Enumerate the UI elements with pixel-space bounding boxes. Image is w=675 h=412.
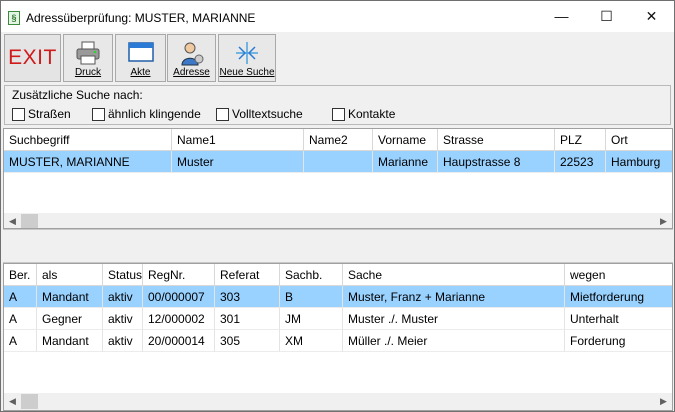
cell-clerk[interactable]: XM <box>280 330 343 352</box>
cell-department[interactable]: 303 <box>215 286 280 308</box>
folder-icon <box>127 42 154 62</box>
horizontal-scrollbar[interactable]: ◀ ▶ <box>4 393 672 410</box>
scroll-left-icon[interactable]: ◀ <box>4 213 21 228</box>
cell-matter[interactable]: Muster, Franz + Marianne <box>343 286 565 308</box>
exit-label: EXIT <box>8 46 57 69</box>
column-header-name1[interactable]: Name1 <box>172 129 304 151</box>
column-header-reg-no[interactable]: RegNr. <box>143 264 215 286</box>
cell-reg-no[interactable]: 12/000002 <box>143 308 215 330</box>
cell-role[interactable]: Mandant <box>37 286 103 308</box>
scroll-thumb[interactable] <box>21 394 38 409</box>
cell-city[interactable]: Hamburg <box>606 151 672 173</box>
cell-department[interactable]: 301 <box>215 308 280 330</box>
cell-clerk[interactable]: B <box>280 286 343 308</box>
cell-role[interactable]: Gegner <box>37 308 103 330</box>
cell-department[interactable]: 305 <box>215 330 280 352</box>
checkbox-streets[interactable]: Straßen <box>12 107 71 121</box>
address-table: Suchbegriff Name1 Name2 Vorname Strasse … <box>3 128 673 229</box>
column-header-search-term[interactable]: Suchbegriff <box>4 129 172 151</box>
checkbox-box[interactable] <box>216 107 229 121</box>
cell-clerk[interactable]: JM <box>280 308 343 330</box>
person-icon <box>180 42 203 66</box>
cell-status[interactable]: aktiv <box>103 308 143 330</box>
column-header-department[interactable]: Referat <box>215 264 280 286</box>
new-search-button[interactable]: Neue Suche <box>218 34 276 82</box>
app-icon: § <box>8 11 20 25</box>
column-header-clerk[interactable]: Sachb. <box>280 264 343 286</box>
cell-status[interactable]: aktiv <box>103 286 143 308</box>
column-header-reason[interactable]: wegen <box>565 264 672 286</box>
cell-reg-no[interactable]: 00/000007 <box>143 286 215 308</box>
toolbar: EXIT Druck Akte Adresse Neue Suche <box>1 32 674 84</box>
column-header-street[interactable]: Strasse <box>438 129 555 151</box>
checkbox-label: Straßen <box>28 107 71 121</box>
print-button[interactable]: Druck <box>63 34 113 82</box>
checkbox-similar-sounding[interactable]: ähnlich klingende <box>92 107 201 121</box>
checkbox-box[interactable] <box>92 107 105 121</box>
checkbox-contacts[interactable]: Kontakte <box>332 107 395 121</box>
checkbox-fulltext[interactable]: Volltextsuche <box>216 107 303 121</box>
print-label: Druck <box>74 67 102 78</box>
cell-reason[interactable]: Unterhalt <box>565 308 672 330</box>
additional-search-panel: Zusätzliche Suche nach: Straßen ähnlich … <box>4 85 671 125</box>
horizontal-scrollbar[interactable]: ◀ ▶ <box>4 213 672 228</box>
cell-search-term[interactable]: MUSTER, MARIANNE <box>4 151 172 173</box>
file-button[interactable]: Akte <box>115 34 166 82</box>
cell-status[interactable]: aktiv <box>103 330 143 352</box>
column-header-zip[interactable]: PLZ <box>555 129 606 151</box>
cell-reason[interactable]: Mietforderung <box>565 286 672 308</box>
checkbox-label: Kontakte <box>348 107 396 121</box>
exit-button[interactable]: EXIT <box>4 34 61 82</box>
scroll-thumb[interactable] <box>21 214 38 228</box>
column-header-role[interactable]: als <box>37 264 103 286</box>
cell-reg-no[interactable]: 20/000014 <box>143 330 215 352</box>
address-label: Adresse <box>173 67 210 78</box>
cell-first-name[interactable]: Marianne <box>373 151 438 173</box>
window-title: Adressüberprüfung: MUSTER, MARIANNE <box>26 11 256 25</box>
title-bar: § Adressüberprüfung: MUSTER, MARIANNE — … <box>1 1 674 32</box>
cell-area[interactable]: A <box>4 330 37 352</box>
cell-area[interactable]: A <box>4 308 37 330</box>
cell-reason[interactable]: Forderung <box>565 330 672 352</box>
application-window: § Adressüberprüfung: MUSTER, MARIANNE — … <box>0 0 675 412</box>
file-label: Akte <box>130 67 151 78</box>
checkbox-box[interactable] <box>332 107 345 121</box>
additional-search-title: Zusätzliche Suche nach: <box>12 88 143 102</box>
cell-matter[interactable]: Müller ./. Meier <box>343 330 565 352</box>
address-button[interactable]: Adresse <box>167 34 216 82</box>
close-button[interactable]: ✕ <box>629 1 674 32</box>
column-header-matter[interactable]: Sache <box>343 264 565 286</box>
cell-name2[interactable] <box>304 151 373 173</box>
column-header-city[interactable]: Ort <box>606 129 672 151</box>
case-table: Ber. als Status RegNr. Referat Sachb. Sa… <box>3 263 673 411</box>
checkbox-box[interactable] <box>12 107 25 121</box>
cell-zip[interactable]: 22523 <box>555 151 606 173</box>
cell-street[interactable]: Haupstrasse 8 <box>438 151 555 173</box>
cell-matter[interactable]: Muster ./. Muster <box>343 308 565 330</box>
cell-name1[interactable]: Muster <box>172 151 304 173</box>
new-search-icon <box>236 42 258 64</box>
column-header-area[interactable]: Ber. <box>4 264 37 286</box>
column-header-name2[interactable]: Name2 <box>304 129 373 151</box>
new-search-label: Neue Suche <box>219 67 275 78</box>
cell-area[interactable]: A <box>4 286 37 308</box>
column-header-status[interactable]: Status <box>103 264 143 286</box>
scroll-right-icon[interactable]: ▶ <box>655 213 672 228</box>
maximize-button[interactable]: ☐ <box>584 1 629 32</box>
checkbox-label: ähnlich klingende <box>108 107 201 121</box>
minimize-button[interactable]: — <box>539 1 584 32</box>
checkbox-label: Volltextsuche <box>232 107 303 121</box>
column-header-first-name[interactable]: Vorname <box>373 129 438 151</box>
scroll-right-icon[interactable]: ▶ <box>655 393 672 410</box>
panel-splitter[interactable] <box>3 229 673 263</box>
printer-icon <box>76 41 100 65</box>
scroll-left-icon[interactable]: ◀ <box>4 393 21 410</box>
cell-role[interactable]: Mandant <box>37 330 103 352</box>
